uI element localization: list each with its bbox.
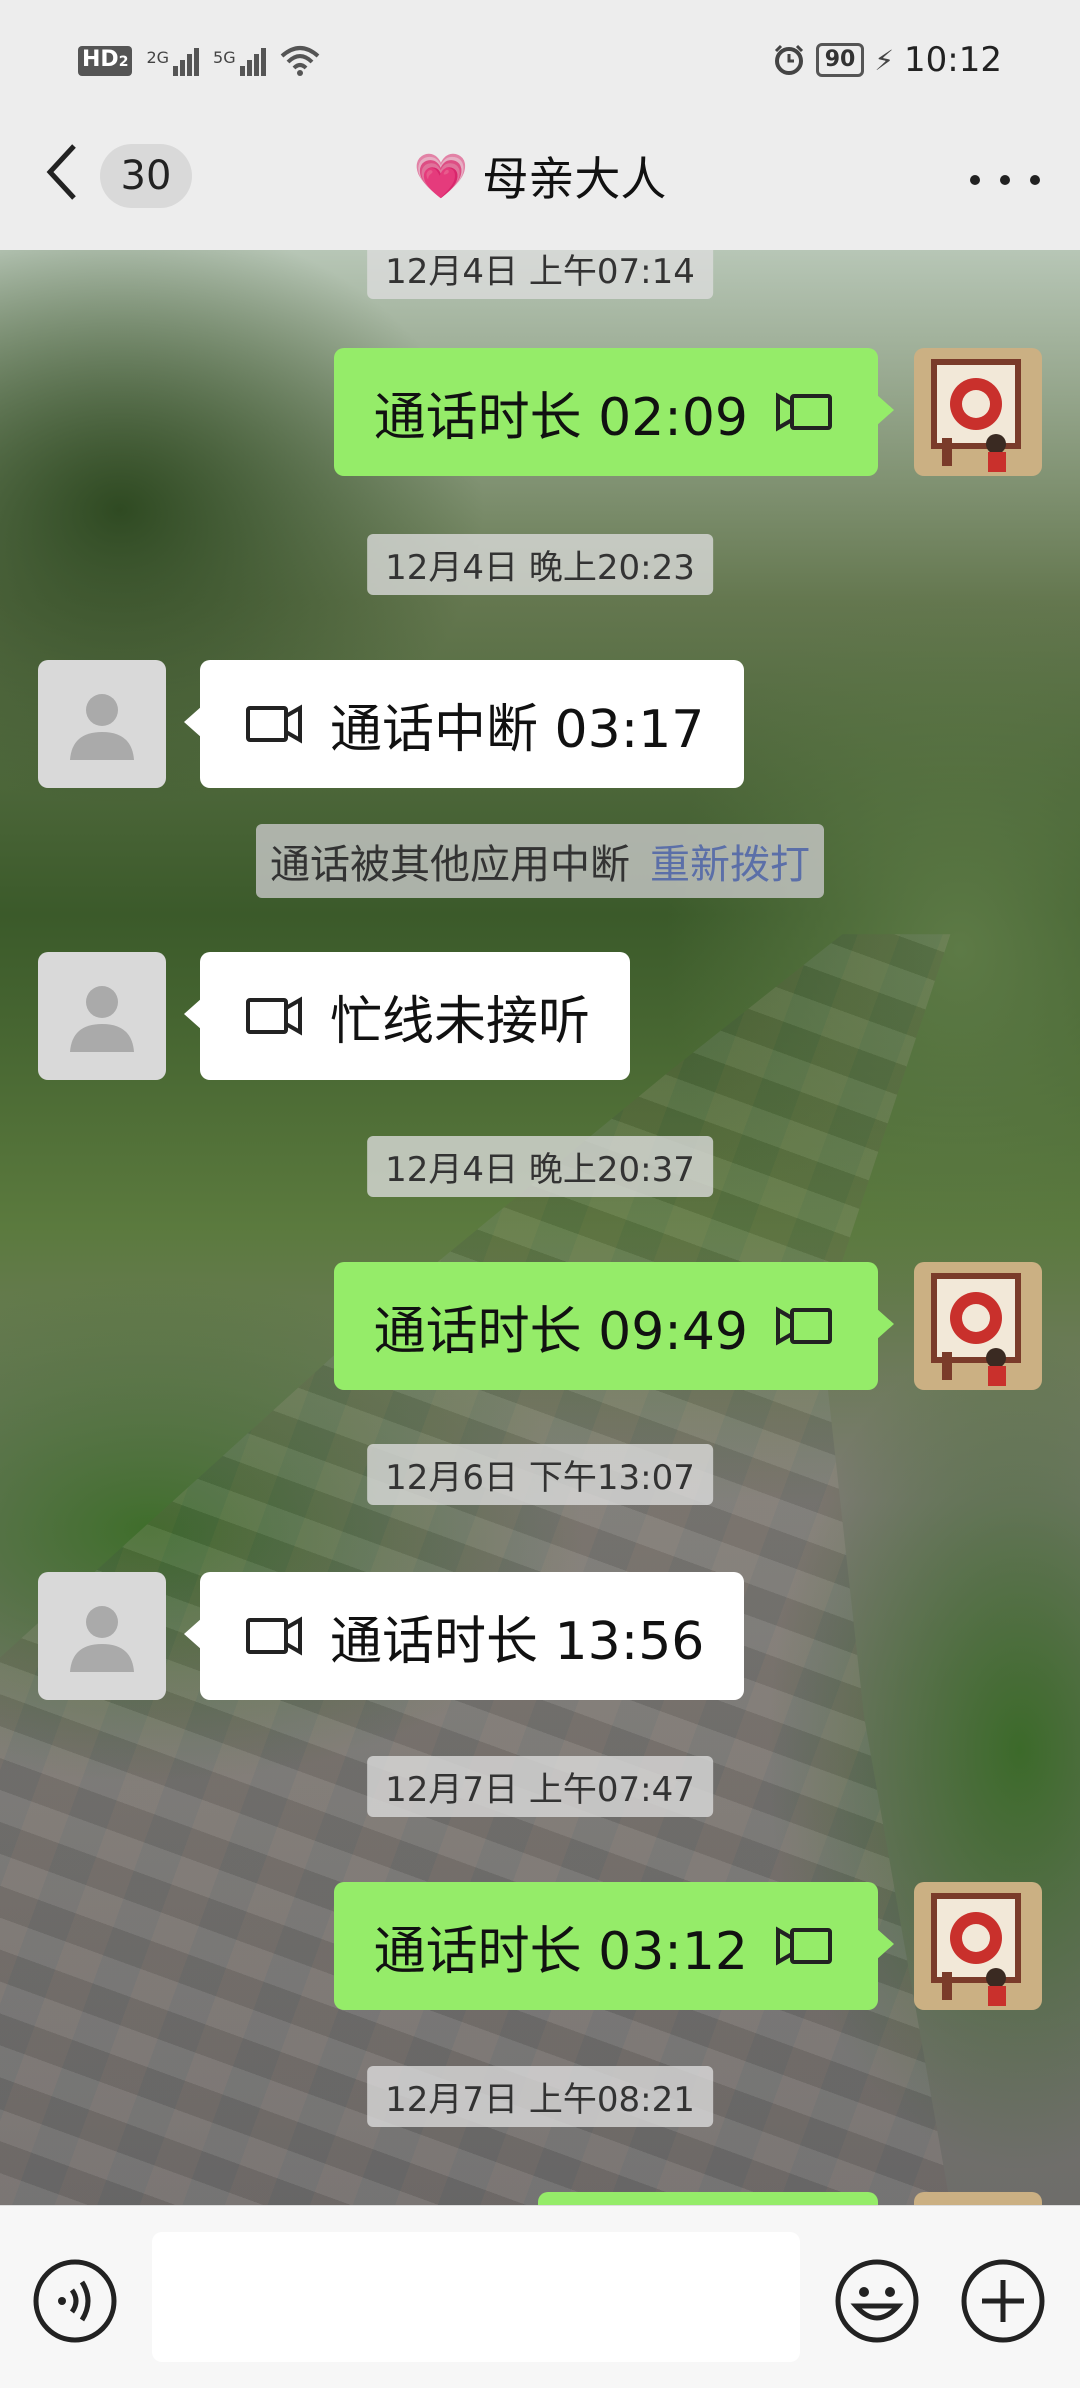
timestamp: 12月7日 上午08:21 xyxy=(367,2066,713,2127)
call-record-text: 忙线未接听 xyxy=(330,991,591,1052)
input-bar xyxy=(0,2205,1080,2388)
video-call-icon xyxy=(776,392,832,432)
wifi-icon xyxy=(280,46,319,76)
call-record-text: 通话时长 02:09 xyxy=(373,387,748,448)
call-record-bubble[interactable]: 通话中断 03:17 xyxy=(183,660,745,788)
signal-icon-sim1: 2G xyxy=(146,48,200,76)
charging-icon: ⚡ xyxy=(874,43,895,77)
call-record-bubble[interactable]: 通话时长 13:56 xyxy=(183,1572,745,1700)
video-call-icon xyxy=(246,1616,302,1656)
more-icon-dot xyxy=(1030,175,1040,185)
default-avatar-icon xyxy=(70,986,134,1052)
more-button[interactable] xyxy=(970,160,1040,200)
emoji-button[interactable] xyxy=(834,2258,920,2344)
call-record-bubble-partial[interactable] xyxy=(538,2192,878,2205)
default-avatar-icon xyxy=(70,1606,134,1672)
my-avatar[interactable] xyxy=(914,1882,1042,2010)
chat-area[interactable]: 12月4日 上午07:14 通话时长 02:09 12月4日 晚上20:23 通… xyxy=(0,250,1080,2205)
timestamp: 12月4日 上午07:14 xyxy=(367,250,713,299)
chat-header: 30 💗 母亲大人 xyxy=(0,130,1080,250)
timestamp: 12月6日 下午13:07 xyxy=(367,1444,713,1505)
call-record-bubble[interactable]: 通话时长 09:49 xyxy=(333,1262,895,1390)
timestamp: 12月4日 晚上20:23 xyxy=(367,534,713,595)
chat-title: 💗 母亲大人 xyxy=(0,144,1080,208)
call-record-text: 通话时长 09:49 xyxy=(373,1301,748,1362)
contact-name: 母亲大人 xyxy=(482,152,667,206)
contact-avatar[interactable] xyxy=(38,660,166,788)
video-call-icon xyxy=(246,996,302,1036)
hd-badge: HD2 xyxy=(78,46,133,76)
contact-avatar[interactable] xyxy=(38,1572,166,1700)
call-record-text: 通话时长 13:56 xyxy=(330,1611,705,1672)
default-avatar-icon xyxy=(70,694,134,760)
video-call-icon xyxy=(776,1926,832,1966)
plus-icon xyxy=(961,2259,1045,2343)
call-record-text: 通话中断 03:17 xyxy=(330,699,705,760)
video-call-icon xyxy=(776,1306,832,1346)
call-record-bubble[interactable]: 通话时长 03:12 xyxy=(333,1882,895,2010)
voice-input-icon xyxy=(33,2259,117,2343)
status-left: HD2 2G 5G xyxy=(78,44,320,76)
call-record-text: 通话时长 03:12 xyxy=(373,1921,748,1982)
call-record-bubble[interactable]: 通话时长 02:09 xyxy=(333,348,895,476)
voice-input-button[interactable] xyxy=(32,2258,118,2344)
signal-icon-sim2: 5G xyxy=(213,48,266,76)
more-functions-button[interactable] xyxy=(960,2258,1046,2344)
call-record-bubble[interactable]: 忙线未接听 xyxy=(183,952,631,1080)
timestamp: 12月7日 上午07:47 xyxy=(367,1756,713,1817)
contact-avatar[interactable] xyxy=(38,952,166,1080)
status-bar: HD2 2G 5G 90 ⚡ 10:12 xyxy=(0,0,1080,130)
heart-icon: 💗 xyxy=(413,151,469,202)
alarm-icon xyxy=(774,44,803,75)
emoji-icon xyxy=(835,2259,919,2343)
battery-indicator: 90 xyxy=(815,43,865,77)
message-input[interactable] xyxy=(152,2232,800,2362)
my-avatar[interactable] xyxy=(914,348,1042,476)
my-avatar[interactable] xyxy=(914,1262,1042,1390)
my-avatar[interactable] xyxy=(914,2192,1042,2205)
timestamp: 12月4日 晚上20:37 xyxy=(367,1136,713,1197)
redial-link[interactable]: 重新拨打 xyxy=(650,842,810,888)
system-message-text: 通话被其他应用中断 xyxy=(270,842,630,888)
system-message: 通话被其他应用中断 重新拨打 xyxy=(256,824,824,898)
more-icon-dot xyxy=(970,175,980,185)
more-icon-dot xyxy=(1000,175,1010,185)
status-right: 90 ⚡ 10:12 xyxy=(772,40,1002,80)
video-call-icon xyxy=(246,704,302,744)
clock: 10:12 xyxy=(904,40,1002,80)
